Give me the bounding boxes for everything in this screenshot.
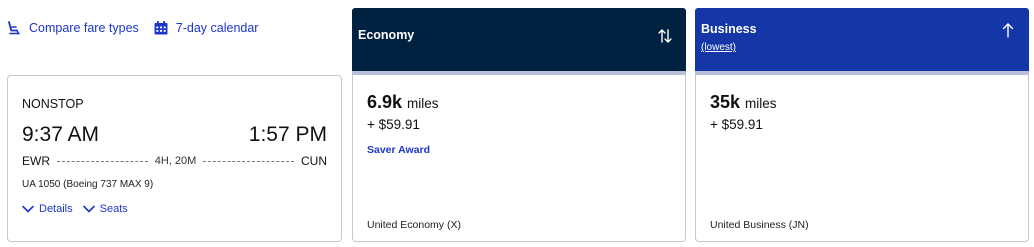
- arrival-time: 1:57 PM: [248, 123, 327, 146]
- economy-fare-class: United Economy (X): [367, 219, 461, 231]
- flight-actions: Details Seats: [22, 203, 128, 215]
- economy-miles-price: 6.9k miles: [367, 92, 439, 113]
- economy-miles-amount: 6.9k: [367, 92, 403, 112]
- departure-time: 9:37 AM: [22, 123, 100, 146]
- business-fare-class: United Business (JN): [710, 219, 809, 231]
- compare-fare-types-link[interactable]: Compare fare types: [6, 20, 139, 36]
- stops-label: NONSTOP: [22, 97, 84, 111]
- seven-day-calendar-label: 7-day calendar: [175, 21, 259, 35]
- business-column-title: Business: [701, 22, 757, 36]
- flight-equipment: UA 1050 (Boeing 737 MAX 9): [22, 179, 154, 190]
- economy-column-title: Economy: [358, 28, 415, 42]
- business-fare-option[interactable]: 35k miles + $59.91 United Business (JN): [695, 75, 1029, 242]
- seats-label: Seats: [99, 203, 128, 215]
- economy-award-type: Saver Award: [367, 144, 431, 156]
- chevron-down-icon: [22, 205, 34, 213]
- economy-miles-unit: miles: [407, 96, 439, 111]
- economy-column-header[interactable]: Economy: [352, 8, 686, 71]
- route-dash-left: [57, 160, 148, 162]
- details-toggle[interactable]: Details: [22, 203, 73, 215]
- economy-taxes: + $59.91: [367, 117, 420, 132]
- arrow-up-icon[interactable]: [999, 21, 1017, 39]
- business-miles-price: 35k miles: [710, 92, 777, 113]
- business-miles-unit: miles: [745, 96, 777, 111]
- route-line: EWR 4H, 20M CUN: [22, 154, 327, 168]
- business-column-header[interactable]: Business (lowest): [695, 8, 1029, 71]
- sort-arrows-icon[interactable]: [656, 27, 674, 45]
- economy-fare-option[interactable]: 6.9k miles + $59.91 Saver Award United E…: [352, 75, 686, 242]
- compare-fare-types-label: Compare fare types: [29, 21, 139, 35]
- origin-airport: EWR: [22, 154, 50, 168]
- calendar-icon: [153, 20, 169, 36]
- seat-icon: [6, 20, 22, 36]
- seven-day-calendar-link[interactable]: 7-day calendar: [153, 20, 259, 36]
- destination-airport: CUN: [301, 154, 328, 168]
- business-miles-amount: 35k: [710, 92, 741, 112]
- business-lowest-link[interactable]: (lowest): [701, 42, 736, 53]
- chevron-down-icon: [82, 205, 95, 213]
- flight-duration: 4H, 20M: [154, 155, 197, 167]
- top-links: Compare fare types 7-day calendar: [6, 20, 258, 36]
- flight-card: NONSTOP 9:37 AM 1:57 PM EWR 4H, 20M CUN …: [7, 75, 342, 242]
- business-taxes: + $59.91: [710, 117, 763, 132]
- seats-toggle[interactable]: Seats: [82, 203, 128, 215]
- details-label: Details: [39, 203, 73, 215]
- route-dash-right: [203, 160, 295, 162]
